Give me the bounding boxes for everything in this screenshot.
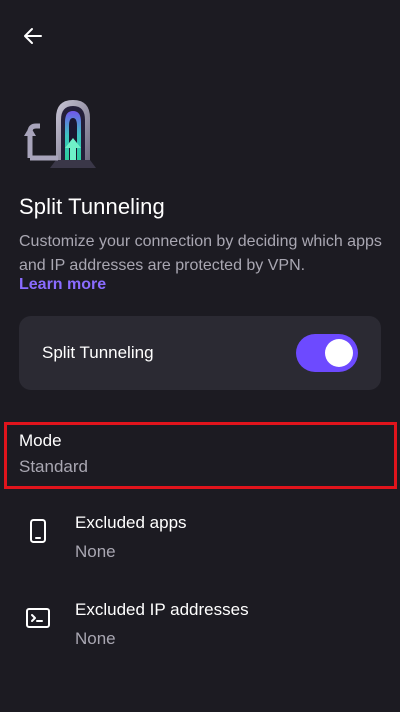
excluded-apps-value: None — [75, 542, 116, 561]
excluded-ip-addresses-row[interactable]: Excluded IP addresses None — [0, 600, 400, 670]
learn-more-link[interactable]: Learn more — [19, 276, 106, 294]
split-tunneling-screen: Split Tunneling Customize your connectio… — [0, 0, 400, 712]
terminal-icon — [24, 604, 52, 632]
split-tunneling-toggle-label: Split Tunneling — [42, 343, 154, 362]
arrow-left-icon — [21, 24, 45, 53]
switch-knob — [325, 339, 353, 367]
mode-title: Mode — [19, 431, 62, 450]
mode-value: Standard — [19, 457, 88, 476]
smartphone-icon — [24, 517, 52, 545]
page-description: Customize your connection by deciding wh… — [19, 233, 382, 274]
excluded-ips-value: None — [75, 629, 116, 648]
excluded-ips-title: Excluded IP addresses — [75, 600, 249, 619]
excluded-apps-row[interactable]: Excluded apps None — [0, 513, 400, 583]
back-button[interactable] — [14, 20, 52, 56]
split-tunnel-illustration-icon — [20, 98, 100, 170]
split-tunneling-switch[interactable] — [296, 334, 358, 372]
excluded-apps-title: Excluded apps — [75, 513, 187, 532]
mode-setting-row[interactable]: Mode Standard — [4, 422, 397, 489]
page-title: Split Tunneling — [19, 194, 165, 219]
split-tunneling-toggle-card: Split Tunneling — [19, 316, 381, 390]
